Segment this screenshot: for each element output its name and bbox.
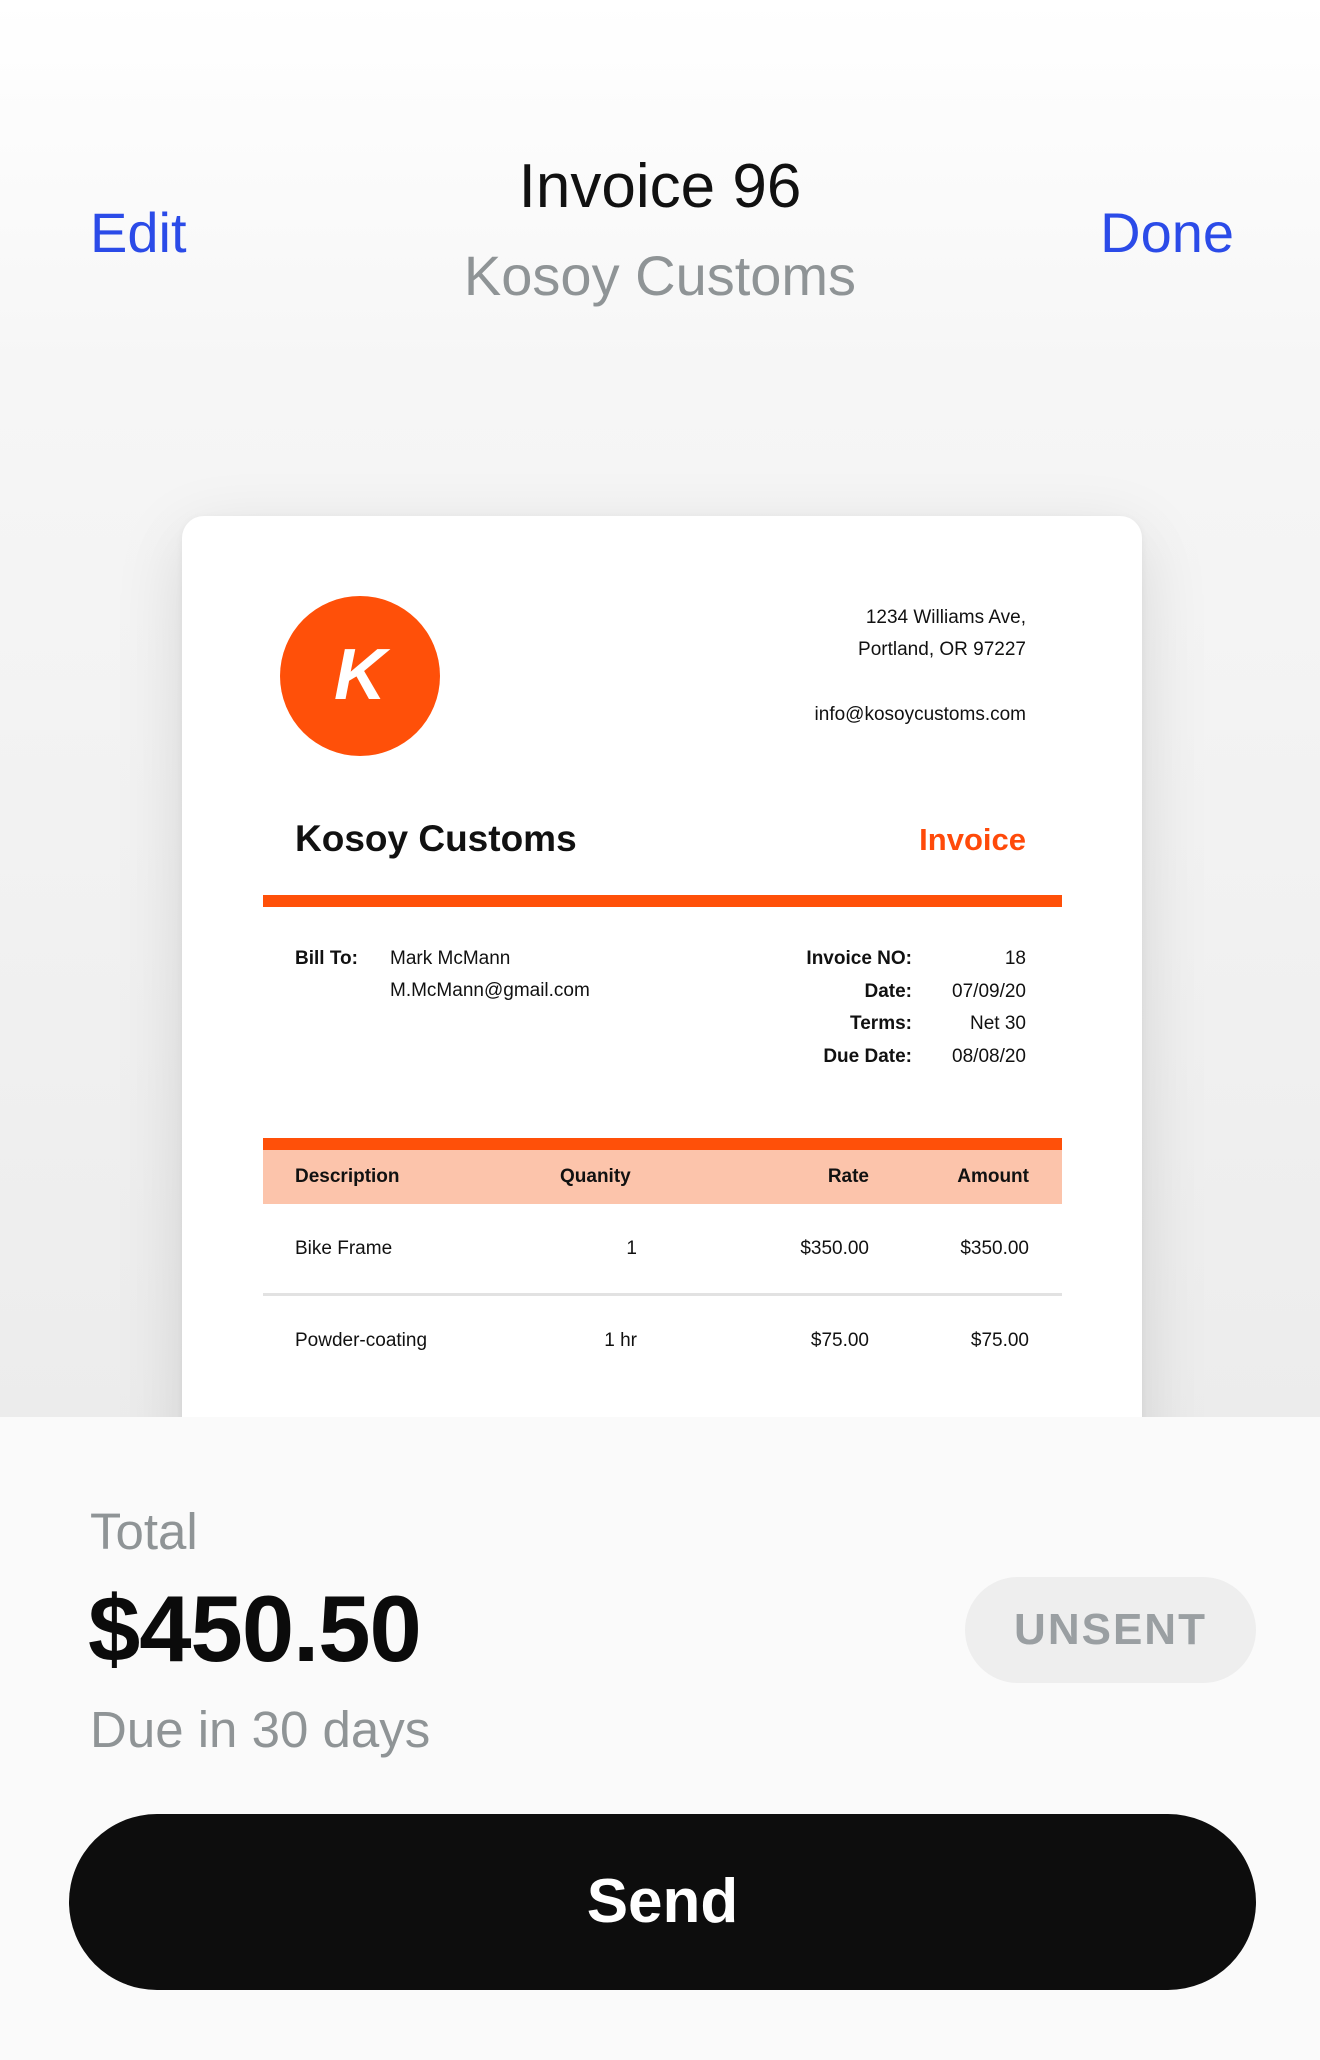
row-rate: $75.00	[810, 1330, 869, 1351]
invoice-doc-label: Invoice	[919, 822, 1026, 857]
table-row: Bike Frame 1 $350.00 $350.00	[263, 1204, 1062, 1293]
bill-to-label: Bill To:	[295, 948, 358, 969]
row-description: Bike Frame	[295, 1238, 393, 1259]
due-date-value: 08/08/20	[952, 1045, 1026, 1067]
column-header-description: Description	[295, 1166, 400, 1187]
logo-letter: K	[334, 635, 391, 715]
invoice-company-name: Kosoy Customs	[295, 818, 577, 859]
company-email: info@kosoycustoms.com	[814, 704, 1026, 725]
company-logo-icon: K	[334, 635, 391, 715]
done-button[interactable]: Done	[1100, 198, 1234, 268]
column-header-amount: Amount	[957, 1166, 1029, 1187]
date-label: Date:	[864, 980, 912, 1002]
invoice-meta-values: 18 07/09/20 Net 30 08/08/20	[922, 943, 1026, 1073]
send-button[interactable]: Send	[69, 1814, 1256, 1990]
bill-to-email: M.McMann@gmail.com	[390, 980, 590, 1001]
company-address-line-1: 1234 Williams Ave,	[865, 607, 1026, 628]
row-quantity: 1	[626, 1238, 637, 1259]
invoice-no-value: 18	[1004, 948, 1026, 969]
invoice-preview-card[interactable]: K 1234 Williams Ave, Portland, OR 97227 …	[182, 516, 1142, 1516]
row-amount: $75.00	[970, 1330, 1029, 1351]
date-value: 07/09/20	[952, 980, 1026, 1002]
invoice-meta-labels: Invoice NO: Date: Terms: Due Date:	[742, 943, 912, 1073]
terms-label: Terms:	[850, 1013, 912, 1034]
bill-to-name: Mark McMann	[390, 948, 511, 969]
due-date-label: Due Date:	[823, 1045, 912, 1067]
total-amount: $450.50	[88, 1576, 422, 1681]
terms-value: Net 30	[970, 1013, 1026, 1034]
total-label: Total	[90, 1503, 198, 1560]
status-badge: UNSENT	[965, 1577, 1256, 1683]
table-row: Powder-coating 1 hr $75.00 $75.00	[263, 1296, 1062, 1385]
row-rate: $350.00	[800, 1238, 869, 1259]
row-description: Powder-coating	[295, 1330, 428, 1351]
line-items-table: Description Quanity Rate Amount Bike Fra…	[263, 1138, 1062, 1385]
header-divider	[263, 895, 1062, 907]
company-address-line-2: Portland, OR 97227	[858, 639, 1026, 660]
invoice-summary-sheet: Total $450.50 Due in 30 days UNSENT Send	[0, 1417, 1320, 2060]
row-quantity: 1 hr	[604, 1330, 637, 1351]
table-top-divider	[263, 1138, 1062, 1150]
column-header-quantity: Quanity	[560, 1166, 631, 1187]
company-logo: K	[280, 596, 440, 756]
table-header-row: Description Quanity Rate Amount	[263, 1150, 1062, 1204]
row-amount: $350.00	[960, 1238, 1029, 1259]
invoice-no-label: Invoice NO:	[806, 948, 912, 969]
due-text: Due in 30 days	[90, 1701, 431, 1758]
column-header-rate: Rate	[827, 1166, 869, 1187]
